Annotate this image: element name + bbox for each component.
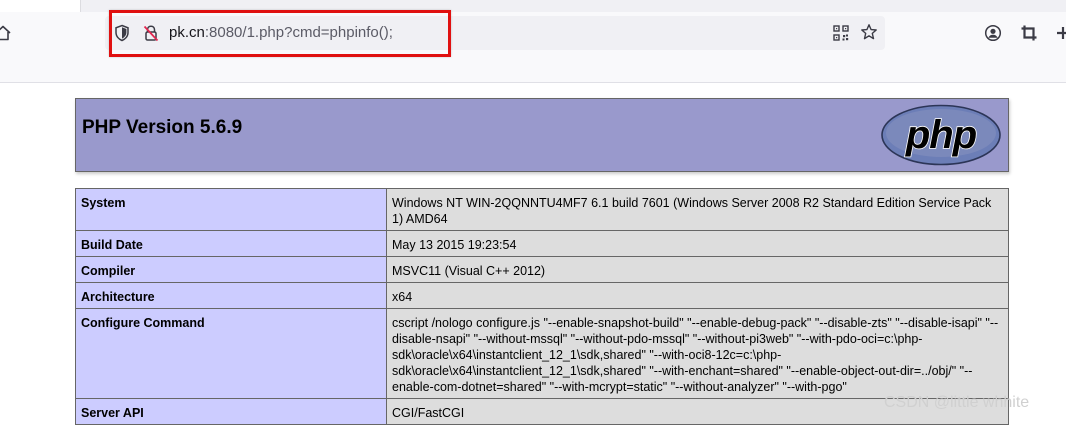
php-logo-text: php (905, 113, 977, 157)
table-row-build-date: Build Date May 13 2015 19:23:54 (75, 230, 1009, 257)
row-value: cscript /nologo configure.js "--enable-s… (386, 308, 1009, 399)
account-icon[interactable] (984, 24, 1002, 42)
table-row-configure-command: Configure Command cscript /nologo config… (75, 308, 1009, 399)
php-version-title: PHP Version 5.6.9 (82, 117, 243, 138)
url-highlight-annotation (109, 10, 451, 57)
row-value: x64 (386, 282, 1009, 309)
extensions-icon[interactable] (1054, 24, 1066, 42)
bookmark-star-icon[interactable] (860, 23, 878, 41)
table-row-compiler: Compiler MSVC11 (Visual C++ 2012) (75, 256, 1009, 283)
row-value: MSVC11 (Visual C++ 2012) (386, 256, 1009, 283)
csdn-watermark: CSDN @little whhite (884, 394, 1030, 411)
row-key: Configure Command (75, 308, 387, 399)
php-info-table: System Windows NT WIN-2QQNNTU4MF7 6.1 bu… (75, 188, 1009, 425)
active-tab[interactable] (0, 0, 81, 12)
table-row-system: System Windows NT WIN-2QQNNTU4MF7 6.1 bu… (75, 188, 1009, 231)
table-row-architecture: Architecture x64 (75, 282, 1009, 309)
row-value: May 13 2015 19:23:54 (386, 230, 1009, 257)
screenshot-crop-icon[interactable] (1020, 24, 1038, 42)
row-value: Windows NT WIN-2QQNNTU4MF7 6.1 build 760… (386, 188, 1009, 231)
row-key: System (75, 188, 387, 231)
php-version-header: PHP Version 5.6.9 php (75, 98, 1009, 172)
table-row-server-api: Server API CGI/FastCGI (75, 398, 1009, 425)
row-key: Architecture (75, 282, 387, 309)
row-key: Build Date (75, 230, 387, 257)
qr-code-icon[interactable] (833, 25, 849, 41)
row-key: Server API (75, 398, 387, 425)
php-logo[interactable]: php (880, 104, 1002, 166)
row-key: Compiler (75, 256, 387, 283)
browser-toolbar: pk.cn:8080/1.php?cmd=phpinfo(); (0, 0, 1066, 83)
home-icon[interactable] (0, 24, 12, 42)
